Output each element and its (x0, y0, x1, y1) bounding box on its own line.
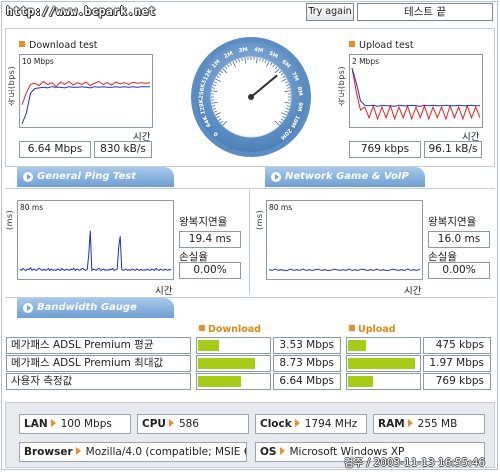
arrow-right-icon (75, 447, 81, 455)
download-bar (196, 373, 271, 390)
download-bar-fill (198, 358, 255, 369)
upload-ylabel: 속도(bps) (337, 65, 346, 106)
arrow-right-icon (294, 419, 300, 427)
download-title: Download test (19, 40, 98, 51)
game-latency-label: 왕복지연율 (428, 216, 477, 228)
download-bar (196, 355, 271, 372)
info-browser: Browser Mozilla/4.0 (compatible; MSIE 6.0 (19, 442, 247, 462)
bandwidth-row-label: 메가패스 ADSL Premium 평균 (6, 337, 191, 354)
upload-bar (346, 373, 421, 390)
upload-bar-fill (348, 358, 415, 369)
ping-latency-label: 왕복지연율 (179, 216, 228, 228)
upload-rate: 96.1 kB/s (424, 141, 482, 158)
game-scale: 80 ms (269, 203, 293, 212)
tab-general-ping[interactable]: General Ping Test (17, 167, 174, 187)
ping-latency-value: 19.4 ms (179, 231, 241, 248)
gauge-hub (248, 94, 254, 100)
ping-scale: 80 ms (20, 203, 44, 212)
game-ylabel: (ms) (255, 209, 264, 230)
arrow-right-icon (23, 303, 33, 313)
upload-value: 769 kbps (423, 373, 491, 390)
bullet-icon (199, 325, 205, 331)
site-url: http://www.bcpark.net (6, 4, 156, 18)
download-ylabel: 속도(bps) (7, 65, 16, 106)
ping-chart: 80 ms (17, 200, 174, 280)
arrow-right-icon (50, 419, 56, 427)
bullet-icon (349, 325, 355, 331)
game-series (268, 268, 421, 271)
info-lan: LAN 100 Mbps (19, 414, 131, 434)
download-bar (196, 337, 271, 354)
bandwidth-row-label: 사용자 측정값 (6, 373, 191, 390)
ping-xlabel: 시간 (155, 286, 173, 297)
tab-network-game-voip[interactable]: Network Game & VoIP Test (265, 167, 425, 202)
upload-bar-fill (348, 340, 366, 351)
arrow-right-icon (23, 172, 33, 182)
download-series-blue (21, 86, 150, 124)
ping-series (19, 230, 172, 272)
download-bar-fill (198, 376, 241, 387)
download-scale: 10 Mbps (22, 57, 54, 66)
info-clock: Clock 1794 MHz (255, 414, 367, 434)
timestamp-stamp: 컴주 / 2003-11-13 16:55:46 (344, 457, 486, 469)
bullet-icon (19, 41, 25, 47)
arrow-right-icon (271, 172, 281, 182)
arrow-right-icon (279, 447, 285, 455)
upload-bar (346, 355, 421, 372)
download-bar-fill (198, 340, 219, 351)
download-series-red (21, 80, 151, 105)
download-chart: 10 Mbps (19, 54, 153, 128)
ping-loss-value: 0.00% (179, 262, 241, 279)
download-value: 8.73 Mbps (273, 355, 341, 372)
game-loss-value: 0.00% (428, 262, 490, 279)
upload-column-head: Upload (349, 324, 396, 335)
download-column-head: Download (199, 324, 261, 335)
arrow-right-icon (168, 419, 174, 427)
download-rate: 830 kB/s (94, 141, 152, 158)
upload-value: 475 kbps (423, 337, 491, 354)
download-value: 6.64 Mbps (273, 373, 341, 390)
speed-gauge: 0 64K 128K 256K 512K 1M 2M 3M 4M 5M 6M 7M 8M 9M 10M 20M (190, 36, 312, 158)
gauge-dial: 064K128K256K512K1M2M 3M 4M 5M6M7M8M9M10M20M (191, 37, 311, 157)
upload-bar-fill (348, 376, 373, 387)
ping-chart-plot (19, 230, 172, 272)
bandwidth-row-label: 메가패스 ADSL Premium 최대값 (6, 355, 191, 372)
upload-scale: 2 Mbps (352, 57, 380, 66)
game-latency-value: 16.0 ms (428, 231, 490, 248)
panel-divider (249, 190, 250, 294)
upload-title: Upload test (349, 40, 414, 51)
info-cpu: CPU 586 (137, 414, 249, 434)
try-again-button[interactable]: Try again (306, 3, 354, 21)
upload-chart: 2 Mbps (349, 54, 483, 128)
game-chart: 80 ms (266, 200, 423, 280)
end-test-button[interactable]: 테스트 끝 (357, 3, 493, 21)
upload-value: 1.97 Mbps (423, 355, 491, 372)
upload-series-red (351, 67, 481, 121)
ping-ylabel: (ms) (5, 209, 14, 230)
upload-bar (346, 337, 421, 354)
upload-series-blue (351, 67, 480, 107)
info-ram: RAM 255 MB (373, 414, 485, 434)
download-value: 3.53 Mbps (273, 337, 341, 354)
arrow-right-icon (407, 419, 413, 427)
download-speed: 6.64 Mbps (19, 141, 91, 158)
upload-speed: 769 kbps (349, 141, 421, 158)
tab-bandwidth-gauge[interactable]: Bandwidth Gauge (17, 298, 174, 318)
bullet-icon (349, 41, 355, 47)
game-xlabel: 시간 (404, 286, 422, 297)
game-chart-plot (268, 268, 421, 271)
